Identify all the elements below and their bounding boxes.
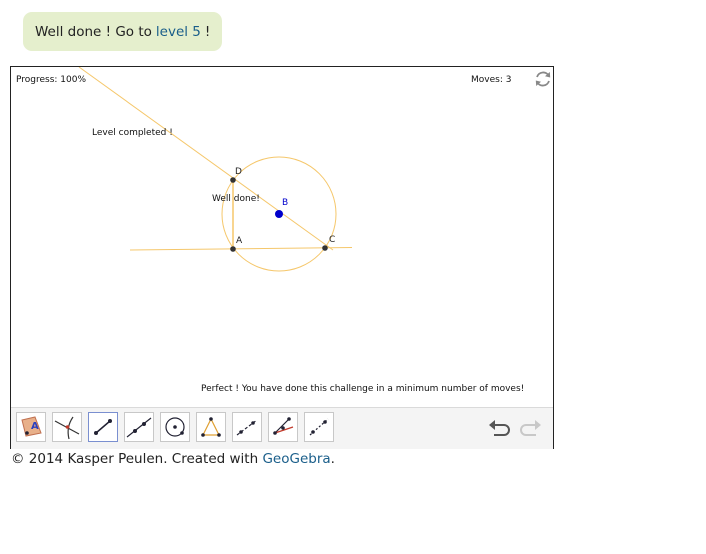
perpendicular-bisector-tool-icon[interactable]: [304, 412, 334, 442]
geogebra-link[interactable]: GeoGebra: [262, 451, 330, 467]
point-a-label: A: [236, 236, 243, 246]
point-d-label: D: [235, 167, 242, 177]
geogebra-applet: Progress: 100% Moves: 3 Level completed …: [10, 66, 554, 449]
footer-suffix: .: [330, 451, 335, 467]
point-b-label: B: [282, 198, 289, 208]
svg-text:A: A: [31, 421, 39, 432]
point-d: [230, 177, 236, 183]
point-a: [230, 246, 236, 252]
move-tool-icon[interactable]: A: [16, 412, 46, 442]
line-through-d-c: [78, 67, 334, 251]
parallel-tool-icon[interactable]: [232, 412, 262, 442]
toolbar: A: [11, 407, 553, 449]
point-b: [275, 210, 283, 218]
next-level-link[interactable]: level 5: [156, 24, 201, 40]
intersect-tool-icon[interactable]: [52, 412, 82, 442]
line-through-a-c: [129, 247, 353, 251]
level-completed-text: Level completed !: [92, 128, 173, 138]
point-c: [322, 245, 328, 251]
progress-text: Progress: 100%: [16, 75, 87, 85]
circle-tool-icon[interactable]: [160, 412, 190, 442]
segment-tool-icon[interactable]: [88, 412, 118, 442]
redo-icon[interactable]: [517, 417, 543, 439]
banner-text: Well done ! Go to: [35, 23, 152, 40]
well-done-text: Well done!: [212, 194, 260, 204]
angle-bisector-tool-icon[interactable]: [268, 412, 298, 442]
perfect-message: Perfect ! You have done this challenge i…: [201, 384, 525, 394]
footer-credit: © 2014 Kasper Peulen. Created with GeoGe…: [11, 451, 335, 467]
banner-suffix: !: [204, 23, 211, 40]
graphics-view[interactable]: Progress: 100% Moves: 3 Level completed …: [11, 67, 553, 407]
footer-text: © 2014 Kasper Peulen. Created with: [11, 451, 259, 467]
moves-text: Moves: 3: [471, 75, 512, 85]
reset-icon[interactable]: [533, 69, 553, 89]
undo-icon[interactable]: [487, 417, 513, 439]
point-c-label: C: [329, 235, 336, 245]
success-banner: Well done ! Go to level 5 !: [23, 12, 223, 51]
triangle-tool-icon[interactable]: [196, 412, 226, 442]
line-tool-icon[interactable]: [124, 412, 154, 442]
construction-drawing: [78, 67, 353, 272]
